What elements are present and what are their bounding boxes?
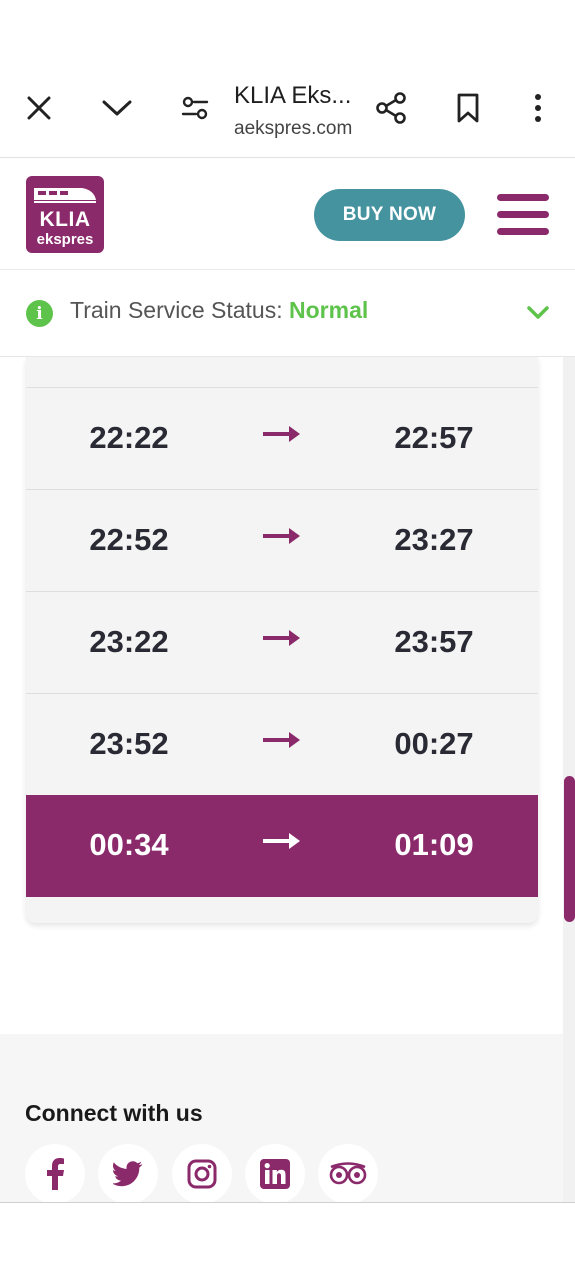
chevron-down-icon	[102, 100, 132, 116]
schedule-section: 22:22 22:57 22:52 23:27 23:22 23:57 23:5…	[0, 357, 575, 1034]
tripadvisor-link[interactable]	[318, 1144, 378, 1204]
departure-time: 22:52	[89, 522, 169, 557]
instagram-link[interactable]	[172, 1144, 232, 1204]
chevron-down-icon[interactable]	[525, 300, 551, 326]
train-icon	[34, 188, 96, 203]
arrival-time: 23:57	[394, 624, 474, 659]
close-tab-button[interactable]	[17, 82, 61, 134]
site-header: KLIA ekspres BUY NOW	[0, 158, 575, 270]
more-options-button[interactable]	[516, 82, 560, 134]
logo-text-ekspres: ekspres	[36, 231, 94, 248]
arrival-time: 01:09	[394, 827, 474, 862]
status-label: Train Service Status:	[70, 297, 290, 323]
arrival-time: 23:27	[394, 522, 474, 557]
arrow-right-icon	[263, 732, 300, 748]
scrollbar-thumb[interactable]	[564, 776, 575, 922]
schedule-card: 22:22 22:57 22:52 23:27 23:22 23:57 23:5…	[26, 357, 538, 923]
tune-icon	[181, 96, 209, 120]
schedule-row[interactable]: 23:22 23:57	[26, 591, 538, 693]
hamburger-bar	[497, 228, 549, 235]
linkedin-icon	[260, 1159, 290, 1189]
browser-toolbar: KLIA Eks... aekspres.com	[0, 60, 575, 158]
browser-bottom-area	[0, 1203, 575, 1280]
hamburger-bar	[497, 211, 549, 218]
arrow-right-icon	[263, 630, 300, 646]
buy-now-button[interactable]: BUY NOW	[314, 189, 465, 241]
facebook-link[interactable]	[25, 1144, 85, 1204]
departure-time: 22:22	[89, 420, 169, 455]
facebook-icon	[47, 1158, 64, 1190]
departure-time: 23:52	[89, 726, 169, 761]
twitter-link[interactable]	[98, 1144, 158, 1204]
departure-time: 00:34	[89, 827, 169, 862]
arrow-right-icon	[263, 833, 300, 849]
info-icon: i	[26, 300, 53, 327]
arrow-right-icon	[263, 528, 300, 544]
schedule-row[interactable]: 22:22 22:57	[26, 387, 538, 489]
arrival-time: 22:57	[394, 420, 474, 455]
page-url[interactable]: aekspres.com	[234, 118, 352, 140]
arrival-time: 00:27	[394, 726, 474, 761]
klia-ekspres-logo[interactable]: KLIA ekspres	[26, 176, 104, 253]
status-value: Normal	[289, 297, 369, 323]
minimize-button[interactable]	[95, 82, 139, 134]
schedule-row[interactable]: 23:52 00:27	[26, 693, 538, 795]
linkedin-link[interactable]	[245, 1144, 305, 1204]
bookmark-button[interactable]	[446, 82, 490, 134]
train-service-status-bar[interactable]: i Train Service Status: Normal	[0, 270, 575, 357]
close-icon	[27, 96, 51, 120]
arrow-right-icon	[263, 426, 300, 442]
page-title[interactable]: KLIA Eks...	[234, 82, 351, 110]
menu-button[interactable]	[497, 194, 549, 236]
site-settings-button[interactable]	[173, 82, 217, 134]
footer: Connect with us	[0, 1034, 563, 1204]
instagram-icon	[187, 1159, 217, 1189]
connect-heading: Connect with us	[25, 1100, 203, 1126]
schedule-row[interactable]: 22:52 23:27	[26, 489, 538, 591]
share-button[interactable]	[369, 82, 413, 134]
logo-text-klia: KLIA	[39, 208, 91, 231]
hamburger-icon	[497, 194, 549, 201]
schedule-row-active[interactable]: 00:34 01:09	[26, 795, 538, 897]
departure-time: 23:22	[89, 624, 169, 659]
status-text: Train Service Status: Normal	[70, 297, 368, 324]
tripadvisor-icon	[329, 1162, 367, 1185]
twitter-icon	[113, 1161, 143, 1187]
more-vert-icon	[535, 94, 541, 122]
bookmark-icon	[457, 93, 479, 123]
share-icon	[376, 92, 406, 124]
